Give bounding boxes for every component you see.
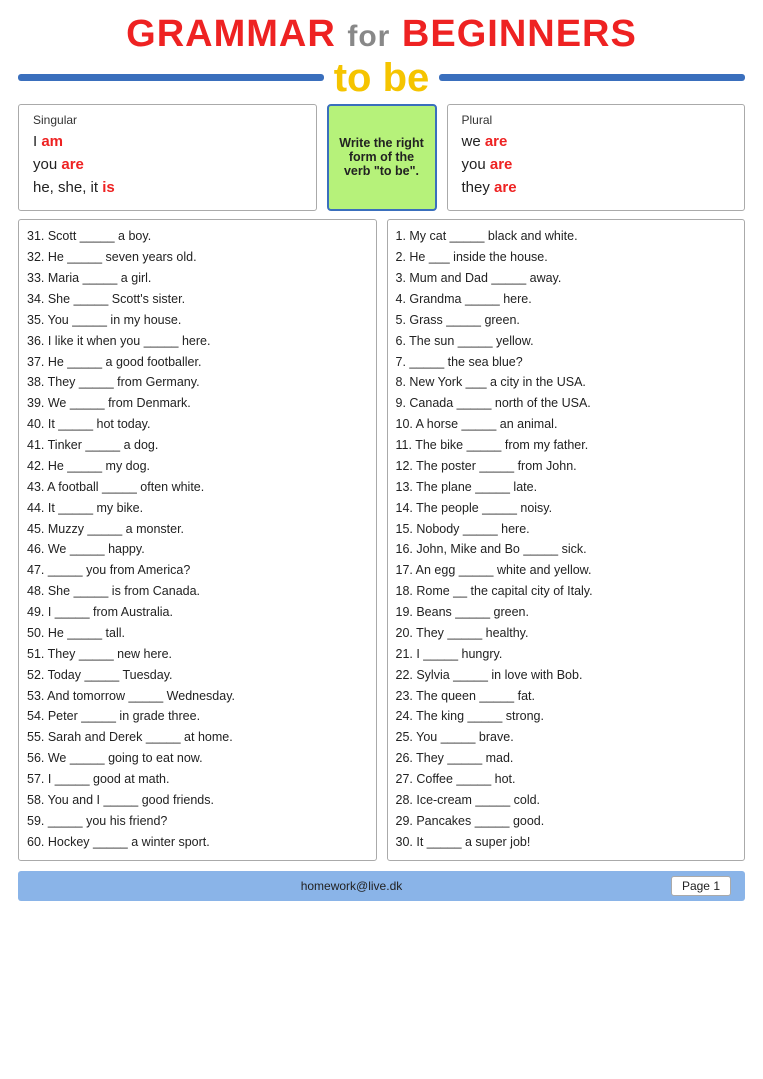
singular-box: Singular I am you are he, she, it is: [18, 104, 317, 211]
verb-are-you-pl: are: [490, 156, 513, 173]
list-item: 37. He _____ a good footballer.: [27, 353, 368, 372]
list-item: 47. _____ you from America?: [27, 561, 368, 580]
list-item: 54. Peter _____ in grade three.: [27, 707, 368, 726]
list-item: 9. Canada _____ north of the USA.: [396, 394, 737, 413]
list-item: 22. Sylvia _____ in love with Bob.: [396, 666, 737, 685]
list-item: 4. Grandma _____ here.: [396, 290, 737, 309]
list-item: 23. The queen _____ fat.: [396, 687, 737, 706]
plural-you: you are: [462, 156, 731, 173]
page: GRAMMAR for BEGINNERS to be Singular I a…: [0, 0, 763, 1079]
list-item: 58. You and I _____ good friends.: [27, 791, 368, 810]
list-item: 27. Coffee _____ hot.: [396, 770, 737, 789]
list-item: 59. _____ you his friend?: [27, 812, 368, 831]
list-item: 34. She _____ Scott's sister.: [27, 290, 368, 309]
blue-line-left: [18, 74, 324, 81]
list-item: 48. She _____ is from Canada.: [27, 582, 368, 601]
plural-box: Plural we are you are they are: [447, 104, 746, 211]
list-item: 38. They _____ from Germany.: [27, 373, 368, 392]
singular-i: I am: [33, 133, 302, 150]
verb-is: is: [102, 179, 115, 196]
exercises-row: 31. Scott _____ a boy. 32. He _____ seven…: [18, 219, 745, 861]
list-item: 29. Pancakes _____ good.: [396, 812, 737, 831]
list-item: 1. My cat _____ black and white.: [396, 227, 737, 246]
list-item: 28. Ice-cream _____ cold.: [396, 791, 737, 810]
list-item: 39. We _____ from Denmark.: [27, 394, 368, 413]
instruction-box: Write the right form of the verb "to be"…: [327, 104, 437, 211]
verb-are-sing: are: [61, 156, 84, 173]
list-item: 14. The people _____ noisy.: [396, 499, 737, 518]
list-item: 8. New York ___ a city in the USA.: [396, 373, 737, 392]
list-item: 33. Maria _____ a girl.: [27, 269, 368, 288]
list-item: 10. A horse _____ an animal.: [396, 415, 737, 434]
list-item: 17. An egg _____ white and yellow.: [396, 561, 737, 580]
singular-he: he, she, it is: [33, 179, 302, 196]
main-title: GRAMMAR for BEGINNERS: [18, 14, 745, 56]
list-item: 36. I like it when you _____ here.: [27, 332, 368, 351]
list-item: 11. The bike _____ from my father.: [396, 436, 737, 455]
list-item: 26. They _____ mad.: [396, 749, 737, 768]
footer: homework@live.dk Page 1: [18, 871, 745, 901]
list-item: 31. Scott _____ a boy.: [27, 227, 368, 246]
footer-page: Page 1: [671, 876, 731, 896]
list-item: 21. I _____ hungry.: [396, 645, 737, 664]
list-item: 43. A football _____ often white.: [27, 478, 368, 497]
list-item: 57. I _____ good at math.: [27, 770, 368, 789]
list-item: 19. Beans _____ green.: [396, 603, 737, 622]
list-item: 42. He _____ my dog.: [27, 457, 368, 476]
verb-are-we: are: [485, 133, 508, 150]
list-item: 5. Grass _____ green.: [396, 311, 737, 330]
exercise-col-left: 31. Scott _____ a boy. 32. He _____ seven…: [18, 219, 377, 861]
list-item: 3. Mum and Dad _____ away.: [396, 269, 737, 288]
singular-you: you are: [33, 156, 302, 173]
blue-line-right: [439, 74, 745, 81]
list-item: 12. The poster _____ from John.: [396, 457, 737, 476]
list-item: 49. I _____ from Australia.: [27, 603, 368, 622]
verb-are-they: are: [494, 179, 517, 196]
list-item: 32. He _____ seven years old.: [27, 248, 368, 267]
plural-label: Plural: [462, 113, 731, 127]
list-item: 55. Sarah and Derek _____ at home.: [27, 728, 368, 747]
subtitle-tobe: to be: [334, 58, 430, 98]
list-item: 7. _____ the sea blue?: [396, 353, 737, 372]
plural-they: they are: [462, 179, 731, 196]
conjugation-row: Singular I am you are he, she, it is Wri…: [18, 104, 745, 211]
subtitle-row: to be: [18, 58, 745, 98]
list-item: 35. You _____ in my house.: [27, 311, 368, 330]
list-item: 51. They _____ new here.: [27, 645, 368, 664]
list-item: 56. We _____ going to eat now.: [27, 749, 368, 768]
list-item: 24. The king _____ strong.: [396, 707, 737, 726]
list-item: 44. It _____ my bike.: [27, 499, 368, 518]
list-item: 60. Hockey _____ a winter sport.: [27, 833, 368, 852]
plural-we: we are: [462, 133, 731, 150]
list-item: 6. The sun _____ yellow.: [396, 332, 737, 351]
list-item: 41. Tinker _____ a dog.: [27, 436, 368, 455]
list-item: 46. We _____ happy.: [27, 540, 368, 559]
list-item: 25. You _____ brave.: [396, 728, 737, 747]
singular-label: Singular: [33, 113, 302, 127]
footer-email: homework@live.dk: [32, 879, 671, 893]
list-item: 30. It _____ a super job!: [396, 833, 737, 852]
list-item: 18. Rome __ the capital city of Italy.: [396, 582, 737, 601]
list-item: 2. He ___ inside the house.: [396, 248, 737, 267]
list-item: 45. Muzzy _____ a monster.: [27, 520, 368, 539]
list-item: 16. John, Mike and Bo _____ sick.: [396, 540, 737, 559]
verb-am: am: [41, 133, 63, 150]
list-item: 13. The plane _____ late.: [396, 478, 737, 497]
list-item: 40. It _____ hot today.: [27, 415, 368, 434]
list-item: 20. They _____ healthy.: [396, 624, 737, 643]
list-item: 15. Nobody _____ here.: [396, 520, 737, 539]
list-item: 52. Today _____ Tuesday.: [27, 666, 368, 685]
list-item: 53. And tomorrow _____ Wednesday.: [27, 687, 368, 706]
list-item: 50. He _____ tall.: [27, 624, 368, 643]
exercise-col-right: 1. My cat _____ black and white. 2. He __…: [387, 219, 746, 861]
